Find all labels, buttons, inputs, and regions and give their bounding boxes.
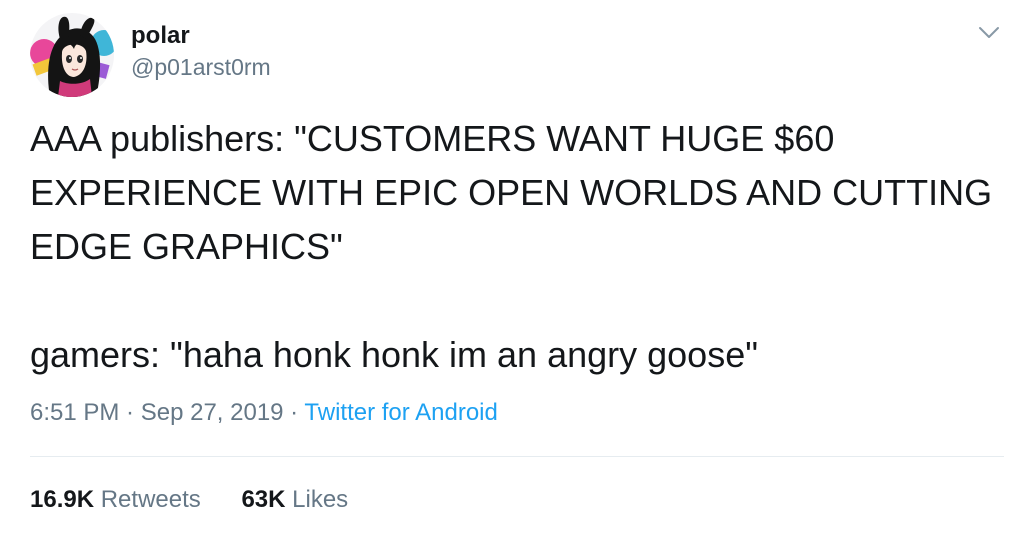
- chevron-down-icon[interactable]: [976, 20, 1002, 46]
- tweet-date[interactable]: Sep 27, 2019: [141, 399, 284, 426]
- likes-count: 63K: [241, 486, 286, 513]
- user-handle[interactable]: @p01arst0rm: [131, 51, 271, 83]
- meta-separator: ·: [283, 399, 305, 426]
- tweet-stats: 16.9K Retweets 63K Likes: [30, 483, 348, 517]
- tweet-paragraph: gamers: "haha honk honk im an angry goos…: [30, 334, 758, 375]
- retweets-stat[interactable]: 16.9K Retweets: [30, 483, 201, 517]
- retweets-label: Retweets: [100, 486, 201, 513]
- tweet-text: AAA publishers: "CUSTOMERS WANT HUGE $60…: [30, 112, 1010, 382]
- likes-stat[interactable]: 63K Likes: [241, 483, 348, 517]
- likes-label: Likes: [292, 486, 349, 513]
- tweet-card: polar @p01arst0rm AAA publishers: "CUSTO…: [0, 0, 1024, 542]
- tweet-paragraph: AAA publishers: "CUSTOMERS WANT HUGE $60…: [30, 118, 993, 267]
- display-name[interactable]: polar: [131, 21, 271, 51]
- author-names: polar @p01arst0rm: [131, 21, 271, 83]
- tweet-header: polar @p01arst0rm: [30, 12, 271, 98]
- avatar[interactable]: [30, 13, 114, 97]
- meta-separator: ·: [119, 399, 141, 426]
- tweet-time[interactable]: 6:51 PM: [30, 399, 119, 426]
- source-link[interactable]: Twitter for Android: [304, 399, 497, 426]
- retweets-count: 16.9K: [30, 486, 95, 513]
- divider: [30, 456, 1004, 457]
- anime-character-avatar-icon: [30, 13, 114, 97]
- tweet-meta: 6:51 PM · Sep 27, 2019 · Twitter for And…: [30, 396, 498, 430]
